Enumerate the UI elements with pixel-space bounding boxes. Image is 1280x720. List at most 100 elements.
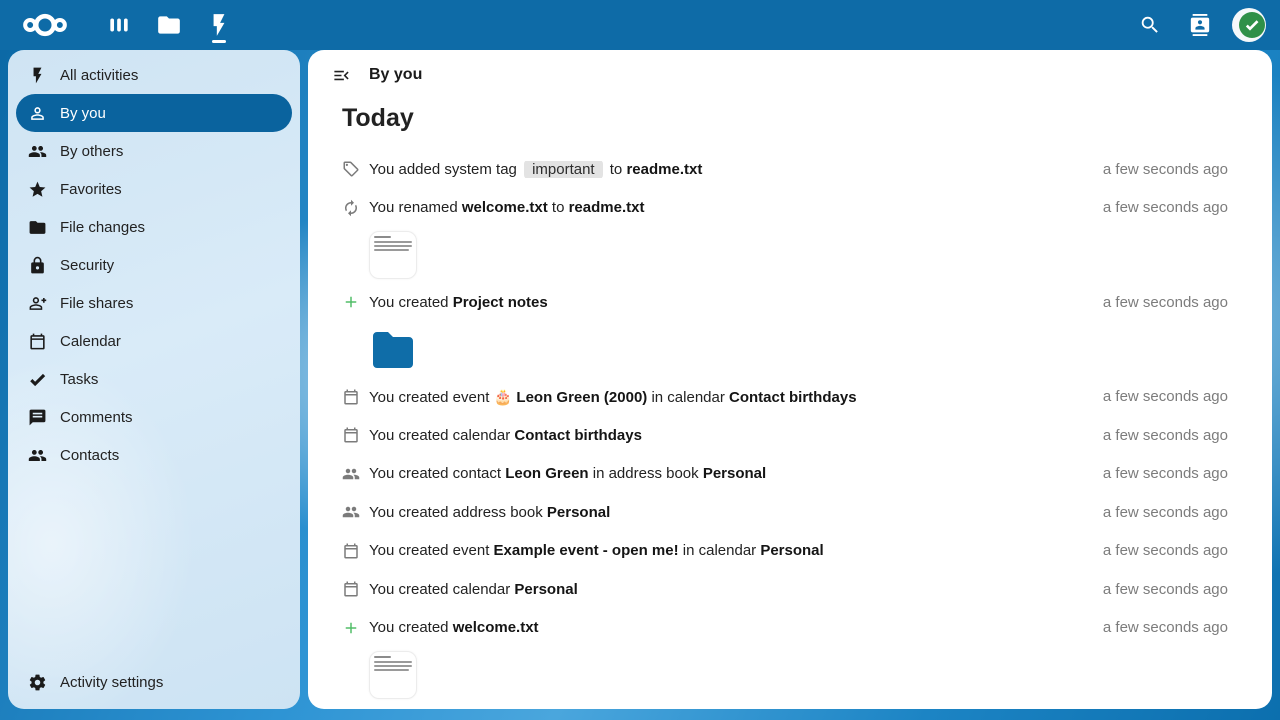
sidebar-item-all-activities[interactable]: All activities [16,56,292,94]
activity-text: You renamed welcome.txt to readme.txt [369,199,1087,216]
activity-text: You created Project notes [369,294,1087,311]
sidebar-item-label: By you [60,105,106,122]
check-icon [27,369,47,389]
emoji: 🎂 [494,389,517,406]
sidebar-item-activity-settings[interactable]: Activity settings [16,663,292,701]
sidebar-item-by-others[interactable]: By others [16,132,292,170]
dashboard-icon [106,12,132,38]
entity-link[interactable]: Personal [760,542,823,559]
sidebar-item-file-shares[interactable]: File shares [16,284,292,322]
activity-text-segment: You created calendar [369,427,514,444]
contacts-menu-button[interactable] [1182,7,1218,43]
activity-row: You created welcome.txt a few seconds ago [342,609,1228,648]
user-icon [27,103,47,123]
main-content-panel: By you Today You added system tag import… [308,50,1272,709]
sidebar-item-label: File shares [60,295,133,312]
sidebar-item-tasks[interactable]: Tasks [16,360,292,398]
activity-row: You created calendar Contact birthdays a … [342,416,1228,455]
contacts-book-icon [1189,14,1211,36]
nextcloud-logo[interactable] [22,11,68,39]
activity-text-segment: You created [369,294,453,311]
active-app-indicator [212,40,226,43]
entity-link[interactable]: Project notes [453,294,548,311]
sidebar-item-label: By others [60,143,123,160]
app-menu [94,0,244,50]
activity-timestamp: a few seconds ago [1103,504,1228,521]
entity-link[interactable]: readme.txt [569,199,645,216]
activity-row: You created event Example event - open m… [342,532,1228,571]
sidebar-item-security[interactable]: Security [16,246,292,284]
lightning-icon [27,65,47,85]
nextcloud-logo-icon [22,11,68,39]
search-button[interactable] [1132,7,1168,43]
activity-row: You created calendar Personala few secon… [342,570,1228,609]
sidebar-item-comments[interactable]: Comments [16,398,292,436]
sidebar-item-label: All activities [60,67,138,84]
sidebar-item-favorites[interactable]: Favorites [16,170,292,208]
entity-link[interactable]: Personal [514,581,577,598]
activity-timestamp: a few seconds ago [1103,619,1228,636]
sidebar-item-by-you[interactable]: By you [16,94,292,132]
entity-link[interactable]: Example event - open me! [494,542,679,559]
activity-text: You created welcome.txt [369,619,1087,636]
text-file-thumbnail[interactable] [369,651,417,699]
activity-text-segment: in calendar [647,389,729,406]
app-icon-files[interactable] [144,0,194,50]
users-icon [27,445,47,465]
calendar-icon [342,426,360,444]
activity-row: You created event 🎂 Leon Green (2000) in… [342,378,1228,417]
activity-timestamp: a few seconds ago [1103,465,1228,482]
activity-text-segment: in address book [589,465,703,482]
users-icon [342,503,360,521]
system-tag-badge: important [524,161,603,178]
online-status-badge [1239,12,1265,38]
entity-link[interactable]: welcome.txt [453,619,539,636]
collapse-sidebar-button[interactable] [326,62,356,88]
app-icon-dashboard[interactable] [94,0,144,50]
sidebar-item-label: Favorites [60,181,122,198]
entity-link[interactable]: Leon Green (2000) [516,389,647,406]
activity-text-segment: in calendar [679,542,761,559]
activity-sidebar: All activities By you By others Favorites Fi… [8,50,300,709]
entity-link[interactable]: Contact birthdays [514,427,642,444]
folder-thumbnail[interactable] [369,326,417,374]
plus-icon [342,293,360,311]
activity-timestamp: a few seconds ago [1103,542,1228,559]
sidebar-item-contacts[interactable]: Contacts [16,436,292,474]
activity-list: You added system tag important to readme… [342,150,1228,703]
activity-text-segment: You created [369,619,453,636]
top-header-bar [0,0,1280,50]
activity-timestamp: a few seconds ago [1103,199,1228,216]
activity-timestamp: a few seconds ago [1103,388,1228,405]
sidebar-item-label: Contacts [60,447,119,464]
comment-icon [27,407,47,427]
folder-icon [27,217,47,237]
activity-row: You created Project notes a few seconds a… [342,283,1228,322]
activity-timestamp: a few seconds ago [1103,427,1228,444]
sidebar-item-label: Comments [60,409,133,426]
text-file-thumbnail[interactable] [369,231,417,279]
entity-link[interactable]: Personal [703,465,766,482]
tag-icon [342,160,360,178]
lightning-icon [206,12,232,38]
activity-text: You created calendar Contact birthdays [369,427,1087,444]
entity-link[interactable]: welcome.txt [462,199,548,216]
entity-link[interactable]: Personal [547,504,610,521]
plus-icon [342,619,360,637]
entity-link[interactable]: readme.txt [626,161,702,178]
activity-text: You created calendar Personal [369,581,1087,598]
user-avatar[interactable] [1232,8,1266,42]
sidebar-item-label: File changes [60,219,145,236]
entity-link[interactable]: Contact birthdays [729,389,857,406]
activity-preview [342,227,1228,283]
activity-timestamp: a few seconds ago [1103,294,1228,311]
star-icon [27,179,47,199]
app-icon-activity[interactable] [194,0,244,50]
activity-text-segment: to [606,161,627,178]
entity-link[interactable]: Leon Green [505,465,588,482]
activity-text-segment: You added system tag [369,161,521,178]
user-plus-icon [27,293,47,313]
sidebar-item-file-changes[interactable]: File changes [16,208,292,246]
sidebar-item-calendar[interactable]: Calendar [16,322,292,360]
activity-timestamp: a few seconds ago [1103,161,1228,178]
